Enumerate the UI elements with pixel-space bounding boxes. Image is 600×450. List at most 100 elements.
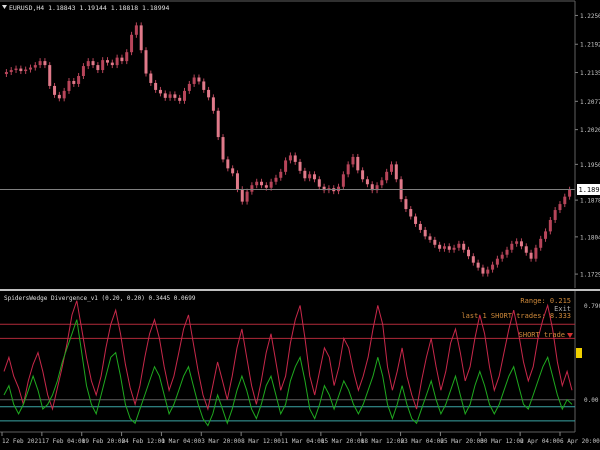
time-tick-label: 19 Feb 20:00: [82, 438, 126, 445]
candle-body: [163, 93, 167, 98]
candle-body: [385, 171, 389, 181]
candle-body: [380, 180, 384, 186]
candle-body: [105, 60, 109, 63]
price-tick-label: 1.17290: [580, 272, 600, 279]
time-tick-label: 12 Feb 2021: [2, 438, 42, 445]
candle-body: [447, 246, 451, 250]
time-tick-label: 18 Mar 12:00: [361, 438, 405, 445]
time-tick-label: 30 Mar 12:00: [480, 438, 524, 445]
candle-body: [510, 243, 514, 250]
candle-body: [534, 247, 538, 259]
price-tick-label: 1.22500: [580, 13, 600, 20]
candle-body: [423, 229, 427, 237]
indicator-tick-label: 0.7906: [584, 303, 600, 310]
price-tick-label: 1.18780: [580, 198, 600, 205]
candle-body: [394, 164, 398, 180]
candle-body: [524, 246, 528, 253]
candle-body: [158, 89, 162, 94]
bid-price-tag-text: 1.18994: [579, 186, 600, 194]
candle-body: [187, 83, 191, 91]
candle-body: [495, 258, 499, 265]
candle-body: [96, 65, 100, 71]
chart-background: [0, 0, 600, 450]
time-tick-label: 8 Mar 12:00: [241, 438, 281, 445]
candle-body: [544, 231, 548, 239]
candle-body: [418, 223, 422, 230]
indicator-title: SpidersWedge Divergence_v1 (0.20, 0.20) …: [4, 295, 196, 302]
candle-body: [269, 181, 273, 188]
candle-body: [361, 170, 365, 180]
candle-body: [293, 155, 297, 162]
price-tick-label: 1.20770: [580, 99, 600, 106]
candle-body: [14, 68, 18, 71]
indicator-range-label: Range: 0.215: [520, 297, 571, 305]
candle-body: [81, 66, 85, 77]
candle-body: [279, 171, 283, 178]
candle-body: [144, 50, 148, 74]
candle-body: [553, 210, 557, 220]
candle-body: [404, 199, 408, 210]
panel-separator[interactable]: [0, 289, 600, 291]
candle-body: [24, 69, 28, 72]
candle-body: [409, 209, 413, 217]
candle-body: [33, 65, 37, 68]
time-tick-label: 25 Mar 20:00: [440, 438, 484, 445]
candle-body: [462, 243, 466, 250]
candle-body: [548, 219, 552, 232]
candle-body: [72, 80, 76, 84]
candle-body: [115, 57, 119, 66]
candle-body: [130, 34, 134, 53]
candle-body: [476, 262, 480, 268]
candle-body: [284, 160, 288, 172]
candle-body: [438, 244, 442, 249]
candle-body: [4, 72, 8, 75]
candle-body: [341, 174, 345, 187]
candle-body: [154, 82, 158, 90]
candle-body: [62, 90, 66, 99]
candle-body: [260, 181, 264, 186]
candle-body: [308, 174, 312, 179]
candle-body: [43, 61, 47, 66]
price-tick-label: 1.18040: [580, 234, 600, 241]
candle-body: [303, 170, 307, 179]
candle-body: [19, 68, 23, 72]
candle-body: [274, 177, 278, 182]
candle-body: [183, 90, 187, 101]
indicator-signal-label: last 1 SHORT trades: 8.333: [461, 312, 571, 320]
price-tick-label: 1.19500: [580, 162, 600, 169]
trading-chart[interactable]: 1.22500 1.21920 1.21350 1.20770 1.20200 1.195…: [0, 0, 600, 450]
candle-body: [110, 62, 114, 66]
candle-body: [250, 185, 254, 192]
time-tick-label: 6 Apr 20:00: [560, 438, 600, 445]
candle-body: [202, 81, 206, 90]
price-tick-label: 1.20200: [580, 127, 600, 134]
candle-body: [231, 168, 235, 174]
time-tick-label: 11 Mar 04:00: [281, 438, 325, 445]
indicator-short-label: SHORT trade: [519, 331, 565, 339]
candle-body: [500, 254, 504, 259]
candle-body: [356, 156, 360, 171]
time-tick-label: 15 Mar 20:00: [321, 438, 365, 445]
candle-body: [9, 70, 13, 73]
candle-body: [264, 185, 268, 188]
candle-body: [28, 67, 32, 70]
price-tick-label: 1.21920: [580, 42, 600, 49]
candle-body: [38, 61, 42, 66]
candle-body: [298, 161, 302, 171]
candle-body: [317, 179, 321, 187]
candle-body: [149, 73, 153, 83]
candle-body: [197, 77, 201, 82]
candle-body: [235, 173, 239, 190]
candle-body: [288, 155, 292, 161]
candle-body: [529, 252, 533, 259]
candle-body: [221, 137, 225, 160]
candle-body: [505, 249, 509, 255]
candle-body: [211, 97, 215, 111]
candle-body: [558, 204, 562, 211]
candle-body: [389, 164, 393, 172]
candle-body: [178, 97, 182, 101]
candle-body: [125, 52, 129, 62]
candle-body: [86, 61, 90, 67]
indicator-value-tag: [576, 348, 582, 358]
candle-body: [481, 267, 485, 274]
